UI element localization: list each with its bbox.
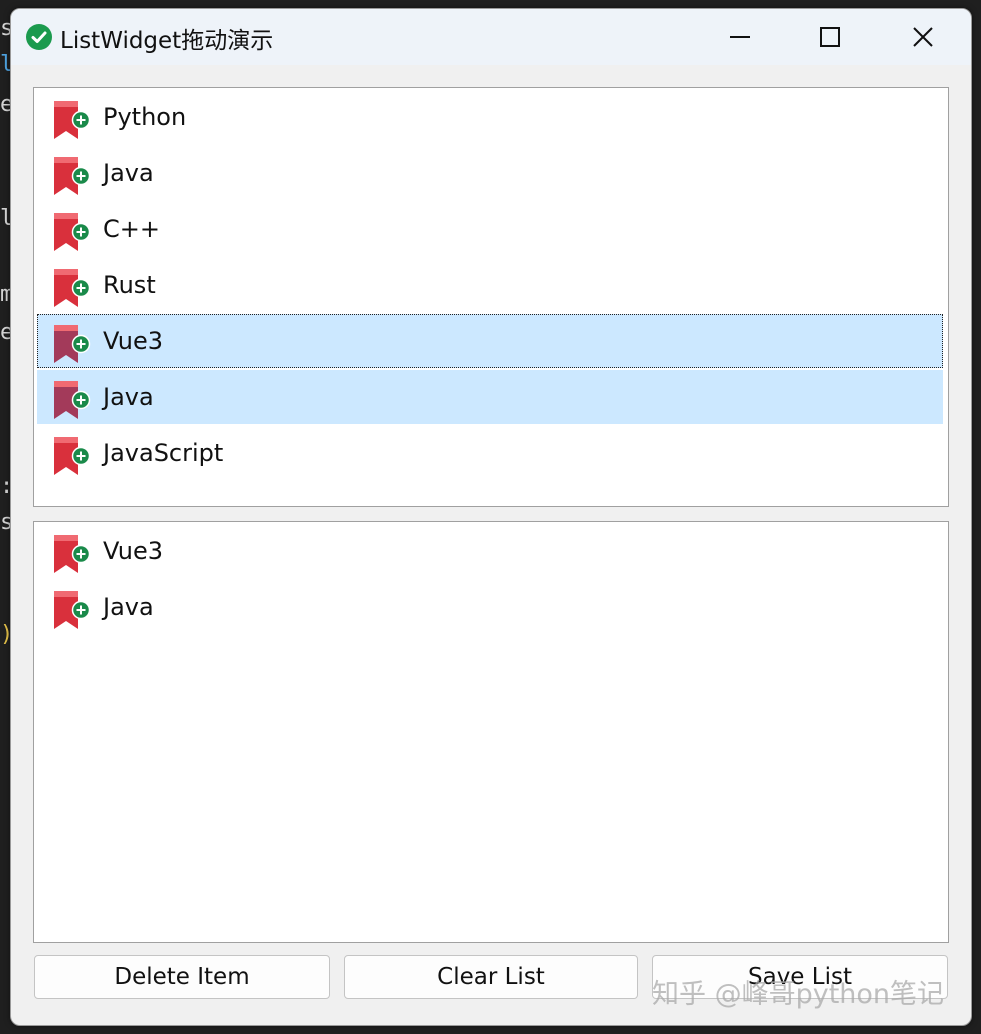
minimize-button[interactable]: [694, 9, 786, 65]
title-bar[interactable]: ListWidget拖动演示: [11, 9, 971, 65]
list-item-label: Vue3: [103, 327, 164, 355]
bookmark-add-icon: [52, 436, 92, 476]
list-item[interactable]: Vue3: [37, 524, 943, 578]
list-item-label: Python: [103, 103, 187, 131]
list-item[interactable]: C++: [37, 202, 943, 256]
delete-item-button[interactable]: Delete Item: [34, 955, 330, 999]
list-item-label: JavaScript: [103, 439, 224, 467]
bookmark-add-icon: [52, 590, 92, 630]
close-icon: [913, 27, 933, 47]
list-item[interactable]: Java: [37, 146, 943, 200]
list-item-label: Java: [103, 593, 154, 621]
clear-list-button[interactable]: Clear List: [344, 955, 638, 999]
bookmark-add-icon: [52, 324, 92, 364]
check-circle-icon: [26, 24, 52, 50]
target-list-widget[interactable]: Vue3 Java: [33, 521, 949, 943]
bookmark-add-icon: [52, 268, 92, 308]
list-item[interactable]: JavaScript: [37, 426, 943, 480]
maximize-button[interactable]: [784, 9, 876, 65]
maximize-icon: [820, 27, 840, 47]
bookmark-add-icon: [52, 100, 92, 140]
minimize-icon: [730, 36, 750, 38]
list-item-label: Java: [103, 383, 154, 411]
list-item-label: Vue3: [103, 537, 164, 565]
list-item-selected[interactable]: Vue3: [37, 314, 943, 368]
list-item-selected[interactable]: Java: [37, 370, 943, 424]
save-list-button[interactable]: Save List: [652, 955, 948, 999]
list-item-label: Java: [103, 159, 154, 187]
app-window: ListWidget拖动演示 Python Java C++ Rust Vue3…: [10, 8, 972, 1026]
bookmark-add-icon: [52, 534, 92, 574]
list-item-label: Rust: [103, 271, 156, 299]
window-title: ListWidget拖动演示: [60, 28, 274, 54]
list-item-label: C++: [103, 215, 160, 243]
list-item[interactable]: Python: [37, 90, 943, 144]
bookmark-add-icon: [52, 380, 92, 420]
source-list-widget[interactable]: Python Java C++ Rust Vue3 Java JavaScrip…: [33, 87, 949, 507]
bookmark-add-icon: [52, 212, 92, 252]
list-item[interactable]: Java: [37, 580, 943, 634]
list-item[interactable]: Rust: [37, 258, 943, 312]
close-button[interactable]: [877, 9, 969, 65]
bookmark-add-icon: [52, 156, 92, 196]
